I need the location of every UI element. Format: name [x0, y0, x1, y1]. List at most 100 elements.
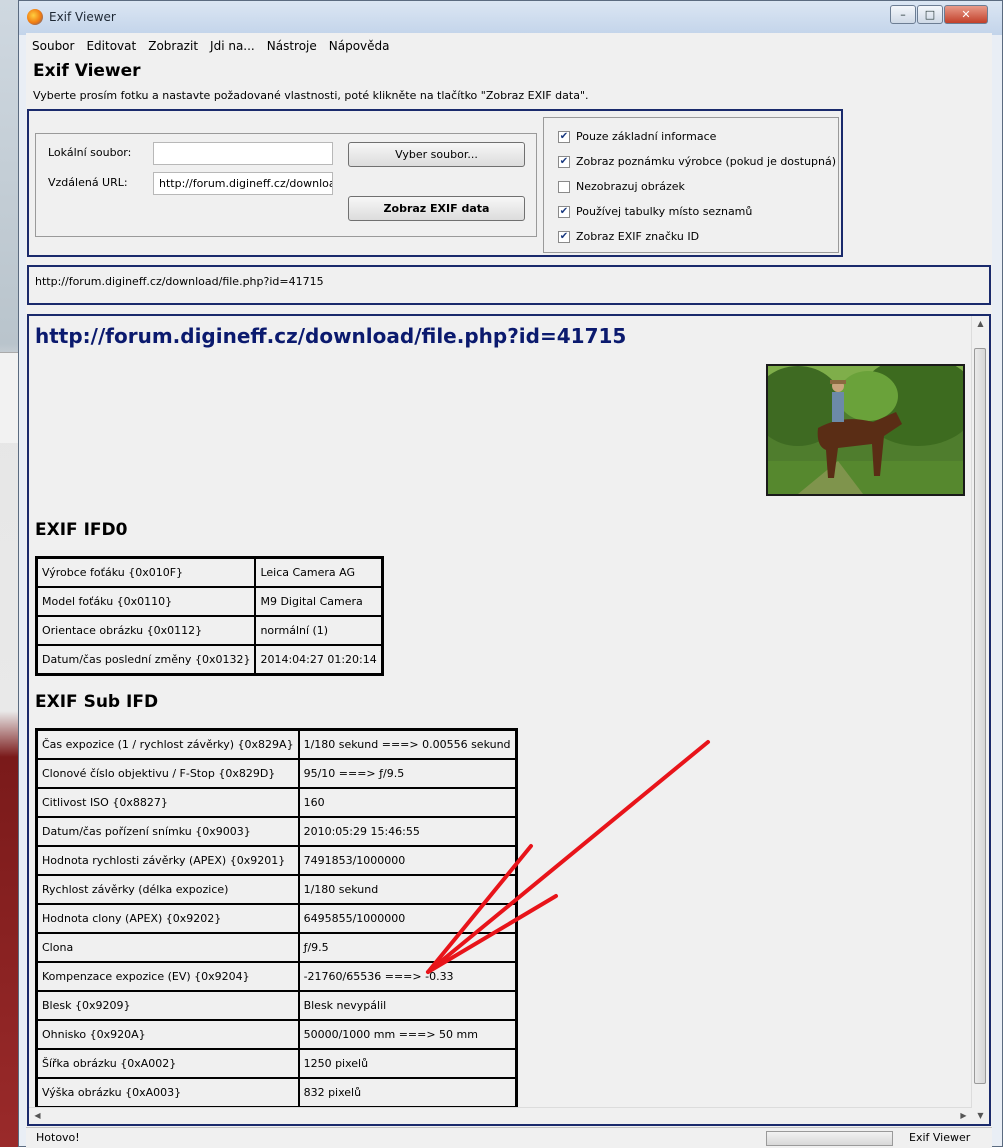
option-hide-image[interactable]: Nezobrazuj obrázek	[558, 180, 685, 193]
menu-soubor[interactable]: Soubor	[26, 35, 80, 57]
option-basic-info[interactable]: ✔ Pouze základní informace	[558, 130, 716, 143]
exif-tag-name: Hodnota clony (APEX) {0x9202}	[37, 904, 299, 933]
exif-tag-name: Orientace obrázku {0x0112}	[37, 616, 256, 645]
exif-tag-name: Výrobce foťáku {0x010F}	[37, 558, 256, 587]
maximize-button[interactable]: □	[917, 5, 943, 24]
exif-tag-value: 7491853/1000000	[298, 846, 516, 875]
scroll-down-arrow-icon[interactable]: ▼	[972, 1108, 989, 1124]
option-label: Nezobrazuj obrázek	[576, 180, 685, 193]
table-row: Clona ƒ/9.5	[37, 933, 516, 962]
result-url-heading[interactable]: http://forum.digineff.cz/download/file.p…	[35, 324, 626, 348]
subifd-table: Čas expozice (1 / rychlost závěrky) {0x8…	[35, 728, 518, 1109]
local-file-input[interactable]	[153, 142, 333, 165]
exif-tag-name: Model foťáku {0x0110}	[37, 587, 256, 616]
table-row: Výrobce foťáku {0x010F} Leica Camera AG	[37, 558, 382, 587]
hide-image-checkbox[interactable]	[558, 180, 570, 193]
option-show-tag-id[interactable]: ✔ Zobraz EXIF značku ID	[558, 230, 699, 243]
exif-tag-name: Kompenzace expozice (EV) {0x9204}	[37, 962, 299, 991]
local-file-label: Lokální soubor:	[48, 146, 132, 159]
remote-url-input[interactable]: http://forum.digineff.cz/download/file.p…	[153, 172, 333, 195]
scroll-left-arrow-icon[interactable]: ◀	[29, 1108, 46, 1124]
option-label: Pouze základní informace	[576, 130, 717, 143]
current-url-panel: http://forum.digineff.cz/download/file.p…	[27, 265, 991, 305]
exif-tag-value: 6495855/1000000	[298, 904, 516, 933]
menu-editovat[interactable]: Editovat	[80, 35, 142, 57]
minimize-button[interactable]: –	[890, 5, 916, 24]
menu-napoveda[interactable]: Nápověda	[323, 35, 396, 57]
page-title: Exif Viewer	[33, 61, 141, 81]
exif-tag-name: Citlivost ISO {0x8827}	[37, 788, 299, 817]
scroll-up-arrow-icon[interactable]: ▲	[972, 316, 989, 332]
table-row: Ohnisko {0x920A} 50000/1000 mm ===> 50 mm	[37, 1020, 516, 1049]
exif-tag-name: Výška obrázku {0xA003}	[37, 1078, 299, 1107]
exif-tag-value: 95/10 ===> ƒ/9.5	[298, 759, 516, 788]
exif-tag-name: Rychlost závěrky (délka expozice)	[37, 875, 299, 904]
choose-file-button[interactable]: Vyber soubor...	[348, 142, 525, 167]
exif-tag-value: 832 pixelů	[298, 1078, 516, 1107]
exif-tag-value: Leica Camera AG	[255, 558, 382, 587]
scroll-right-arrow-icon[interactable]: ▶	[955, 1108, 972, 1124]
exif-tag-value: 1250 pixelů	[298, 1049, 516, 1078]
exif-tag-value: ƒ/9.5	[298, 933, 516, 962]
menu-jdi-na[interactable]: Jdi na...	[204, 35, 261, 57]
table-row: Datum/čas pořízení snímku {0x9003} 2010:0…	[37, 817, 516, 846]
table-row: Orientace obrázku {0x0112} normální (1)	[37, 616, 382, 645]
table-row: Čas expozice (1 / rychlost závěrky) {0x8…	[37, 730, 516, 759]
exif-tag-name: Clona	[37, 933, 299, 962]
exif-tag-value: M9 Digital Camera	[255, 587, 382, 616]
table-row: Blesk {0x9209} Blesk nevypálil	[37, 991, 516, 1020]
progress-bar	[766, 1131, 893, 1146]
title-bar[interactable]: Exif Viewer – □ ✕	[19, 1, 1002, 35]
option-label: Používej tabulky místo seznamů	[576, 205, 753, 218]
table-row: Výška obrázku {0xA003} 832 pixelů	[37, 1078, 516, 1107]
status-text: Hotovo!	[36, 1131, 80, 1144]
exif-tag-name: Hodnota rychlosti závěrky (APEX) {0x9201…	[37, 846, 299, 875]
exif-tag-value: 50000/1000 mm ===> 50 mm	[298, 1020, 516, 1049]
exif-tag-value: 2014:04:27 01:20:14	[255, 645, 382, 674]
exif-tag-name: Čas expozice (1 / rychlost závěrky) {0x8…	[37, 730, 299, 759]
option-label: Zobraz EXIF značku ID	[576, 230, 700, 243]
client-area: Soubor Editovat Zobrazit Jdi na... Nástr…	[26, 33, 992, 1148]
menu-nastroje[interactable]: Nástroje	[261, 35, 323, 57]
table-row: Citlivost ISO {0x8827} 160	[37, 788, 516, 817]
instructions-text: Vyberte prosím fotku a nastavte požadova…	[33, 89, 589, 102]
table-row: Clonové číslo objektivu / F-Stop {0x829D…	[37, 759, 516, 788]
input-panel: Lokální soubor: Vzdálená URL: http://for…	[27, 109, 843, 257]
remote-url-label: Vzdálená URL:	[48, 176, 128, 189]
horizontal-scrollbar[interactable]: ◀ ▶	[29, 1107, 972, 1124]
exif-tag-name: Ohnisko {0x920A}	[37, 1020, 299, 1049]
horse-rider-image	[768, 366, 963, 494]
option-label: Zobraz poznámku výrobce (pokud je dostup…	[576, 155, 837, 168]
table-row: Rychlost závěrky (délka expozice) 1/180 s…	[37, 875, 516, 904]
basic-info-checkbox[interactable]: ✔	[558, 130, 570, 143]
vertical-scrollbar[interactable]: ▲ ▼	[971, 316, 989, 1124]
exif-tag-name: Datum/čas poslední změny {0x0132}	[37, 645, 256, 674]
table-row: Hodnota rychlosti závěrky (APEX) {0x9201…	[37, 846, 516, 875]
options-group: ✔ Pouze základní informace ✔ Zobraz pozn…	[543, 117, 839, 253]
table-row: Model foťáku {0x0110} M9 Digital Camera	[37, 587, 382, 616]
status-app-name: Exif Viewer	[909, 1131, 971, 1144]
maker-note-checkbox[interactable]: ✔	[558, 155, 570, 168]
exif-tag-name: Datum/čas pořízení snímku {0x9003}	[37, 817, 299, 846]
window-title: Exif Viewer	[49, 10, 116, 24]
show-exif-button[interactable]: Zobraz EXIF data	[348, 196, 525, 221]
exif-tag-value: 2010:05:29 15:46:55	[298, 817, 516, 846]
menu-zobrazit[interactable]: Zobrazit	[142, 35, 204, 57]
menu-bar: Soubor Editovat Zobrazit Jdi na... Nástr…	[26, 35, 396, 57]
current-url-text: http://forum.digineff.cz/download/file.p…	[35, 275, 324, 288]
exif-output-view[interactable]: http://forum.digineff.cz/download/file.p…	[27, 314, 991, 1126]
photo-thumbnail	[766, 364, 965, 496]
section-title-subifd: EXIF Sub IFD	[35, 692, 159, 712]
close-button[interactable]: ✕	[944, 5, 988, 24]
file-source-group: Lokální soubor: Vzdálená URL: http://for…	[35, 133, 537, 237]
exif-tag-value: normální (1)	[255, 616, 382, 645]
table-row: Hodnota clony (APEX) {0x9202} 6495855/100…	[37, 904, 516, 933]
table-row: Šířka obrázku {0xA002} 1250 pixelů	[37, 1049, 516, 1078]
use-tables-checkbox[interactable]: ✔	[558, 205, 570, 218]
option-maker-note[interactable]: ✔ Zobraz poznámku výrobce (pokud je dost…	[558, 155, 836, 168]
exif-tag-value: Blesk nevypálil	[298, 991, 516, 1020]
scrollbar-thumb[interactable]	[974, 348, 986, 1084]
exif-tag-value: 160	[298, 788, 516, 817]
show-tag-id-checkbox[interactable]: ✔	[558, 230, 570, 243]
option-use-tables[interactable]: ✔ Používej tabulky místo seznamů	[558, 205, 752, 218]
